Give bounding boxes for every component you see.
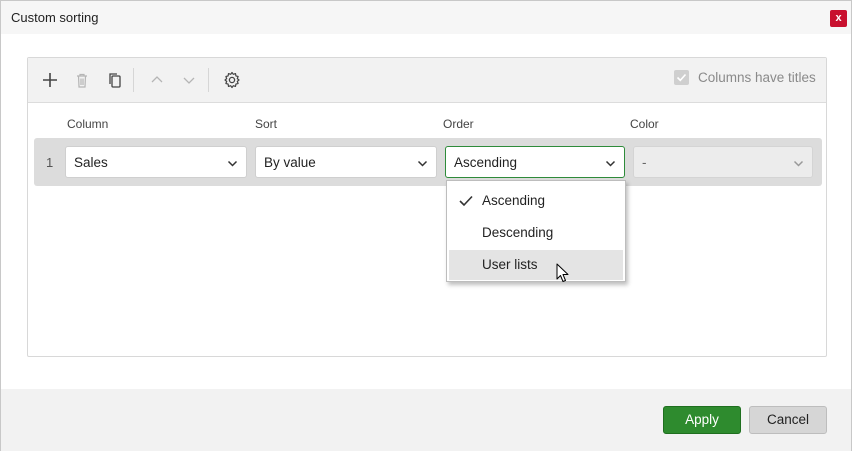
chevron-up-icon[interactable] <box>145 68 169 92</box>
sort-level-row: 1 Sales By value Ascending - <box>34 138 822 186</box>
order-dropdown-menu: Ascending Descending User lists <box>446 180 626 282</box>
custom-sorting-dialog: Custom sorting x Columns have titles Col… <box>0 0 852 451</box>
order-select[interactable]: Ascending <box>445 146 625 178</box>
gear-icon[interactable] <box>220 68 244 92</box>
dropdown-option-label: Descending <box>482 225 554 240</box>
color-select[interactable]: - <box>633 146 813 178</box>
copy-icon[interactable] <box>103 68 127 92</box>
close-button[interactable]: x <box>830 10 847 27</box>
checkmark-icon <box>459 195 473 210</box>
checkbox-box[interactable] <box>674 70 689 85</box>
plus-icon[interactable] <box>38 68 62 92</box>
column-header-sort: Sort <box>255 117 278 131</box>
chevron-down-icon[interactable] <box>177 68 201 92</box>
trash-icon[interactable] <box>70 68 94 92</box>
row-number: 1 <box>46 155 54 170</box>
color-select-value: - <box>642 155 647 170</box>
toolbar: Columns have titles <box>28 58 826 103</box>
toolbar-separator <box>208 68 209 92</box>
column-select-value: Sales <box>74 155 108 170</box>
sort-select[interactable]: By value <box>255 146 437 178</box>
column-header-order: Order <box>443 117 474 131</box>
toolbar-separator <box>133 68 134 92</box>
dropdown-option-ascending[interactable]: Ascending <box>449 186 623 216</box>
column-header-column: Column <box>67 117 109 131</box>
chevron-down-icon <box>227 157 238 172</box>
dialog-titlebar: Custom sorting x <box>1 1 851 34</box>
mouse-cursor-icon <box>556 263 570 286</box>
dropdown-option-label: Ascending <box>482 193 546 208</box>
sort-select-value: By value <box>264 155 316 170</box>
column-select[interactable]: Sales <box>65 146 247 178</box>
chevron-down-icon <box>793 157 804 172</box>
apply-button[interactable]: Apply <box>663 406 741 434</box>
chevron-down-icon <box>605 157 616 172</box>
dropdown-option-label: User lists <box>482 257 538 272</box>
dialog-title: Custom sorting <box>11 10 99 25</box>
dialog-footer: Apply Cancel <box>1 389 851 451</box>
columns-have-titles-checkbox[interactable]: Columns have titles <box>674 70 824 90</box>
dropdown-option-user-lists[interactable]: User lists <box>449 250 623 280</box>
cancel-button[interactable]: Cancel <box>749 406 827 434</box>
order-select-value: Ascending <box>454 155 518 170</box>
dropdown-option-descending[interactable]: Descending <box>449 218 623 248</box>
chevron-down-icon <box>417 157 428 172</box>
columns-have-titles-label: Columns have titles <box>698 70 816 85</box>
sort-levels-panel: Columns have titles Column Sort Order Co… <box>27 57 827 357</box>
column-header-color: Color <box>630 117 659 131</box>
